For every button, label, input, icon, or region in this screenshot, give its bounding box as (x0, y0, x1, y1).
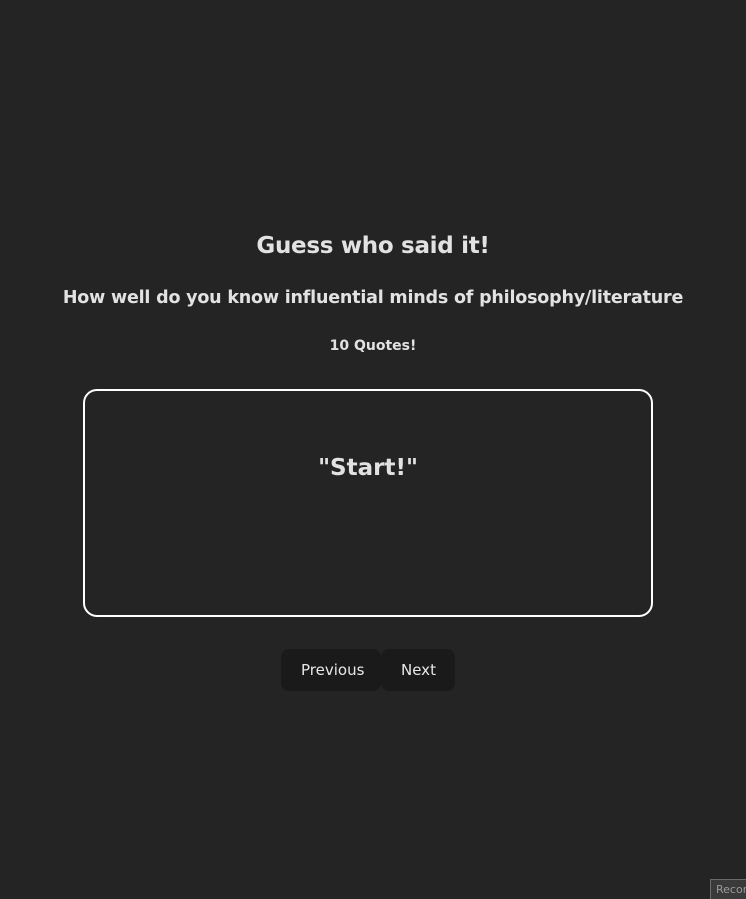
next-button[interactable]: Next (381, 649, 455, 691)
quiz-page: Guess who said it! How well do you know … (0, 0, 746, 899)
page-title: Guess who said it! (256, 233, 490, 259)
quote-count: 10 Quotes! (329, 338, 417, 354)
previous-button[interactable]: Previous (281, 649, 381, 691)
page-subtitle: How well do you know influential minds o… (62, 288, 684, 308)
quote-card[interactable]: "Start!" (83, 389, 653, 617)
quote-navigation: Previous Next (281, 649, 455, 691)
quote-text: "Start!" (318, 455, 418, 481)
recording-indicator[interactable]: Recor (710, 879, 746, 899)
